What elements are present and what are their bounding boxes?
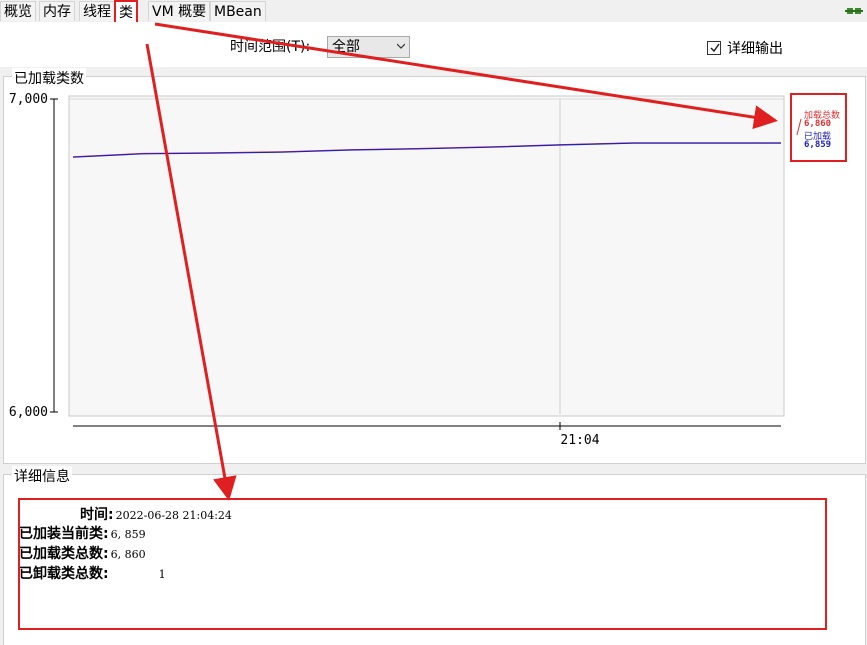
loaded-classes-chart: 7,000 6,000 21:04 — [9, 92, 785, 448]
x-tick-label: 21:04 — [560, 433, 599, 448]
detail-label: 已卸载类总数: — [19, 566, 109, 582]
detail-row-unloaded: 已卸载类总数: 1 — [19, 563, 166, 583]
detail-value: 6, 860 — [110, 548, 146, 561]
y-tick-label: 7,000 — [9, 92, 48, 107]
detail-value: 6, 859 — [110, 528, 146, 541]
detail-label: 已加装当前类: — [19, 526, 109, 542]
detail-label: 时间: — [80, 507, 114, 523]
legend-total-value: 6,860 — [804, 119, 832, 129]
plot-area — [68, 95, 785, 417]
legend-loaded-value: 6,859 — [804, 140, 832, 150]
detail-value: 2022-06-28 21:04:24 — [115, 509, 232, 522]
series-legend: 加载总数 6,860 已加载 6,859 — [790, 93, 847, 162]
detail-row-total: 已加载类总数: 6, 860 — [19, 543, 146, 563]
y-tick-label: 6,000 — [9, 405, 48, 420]
detail-label: 已加载类总数: — [19, 546, 109, 562]
legend-marker — [796, 118, 802, 136]
detail-row-current: 已加装当前类: 6, 859 — [19, 523, 146, 543]
details-title: 详细信息 — [12, 466, 72, 486]
detail-value: 1 — [158, 568, 166, 581]
detail-row-time: 时间: 2022-06-28 21:04:24 — [80, 504, 232, 524]
